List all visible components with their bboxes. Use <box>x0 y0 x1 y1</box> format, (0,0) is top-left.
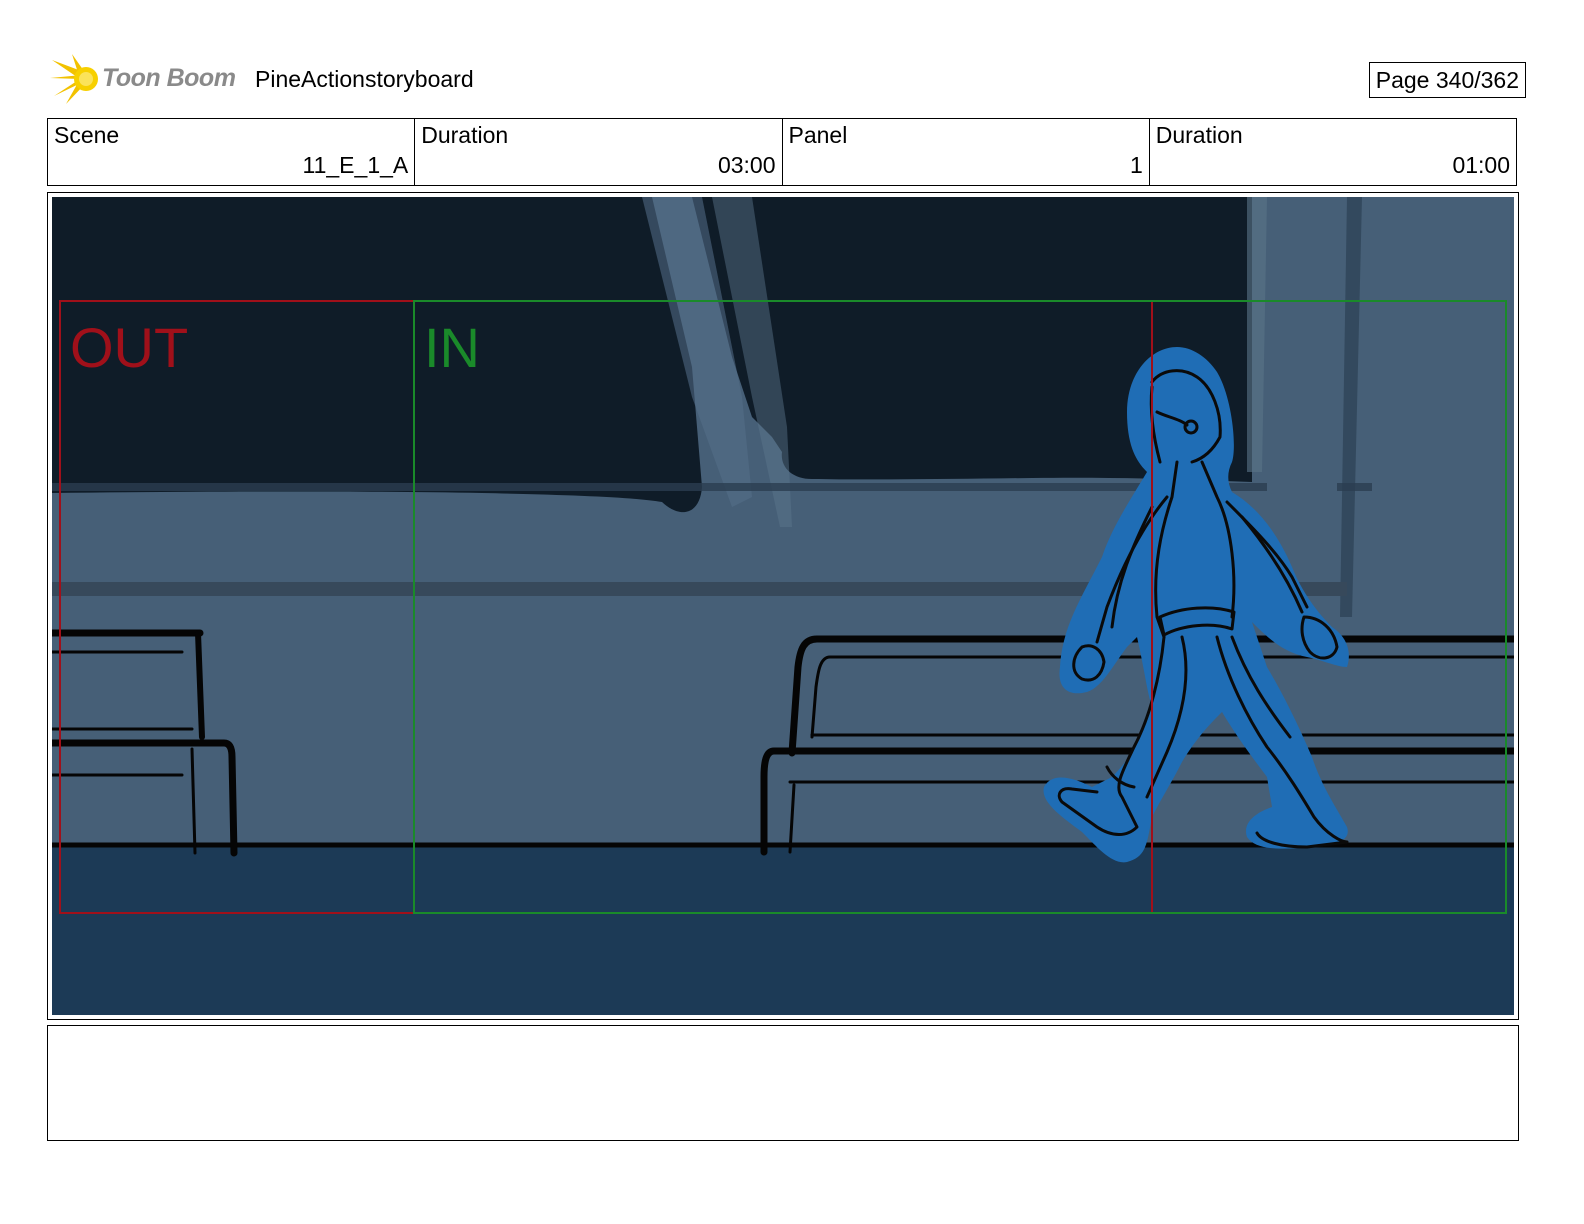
scene-label: Scene <box>54 122 120 148</box>
scene-value: 11_E_1_A <box>302 152 409 178</box>
panel-duration-label: Duration <box>1155 122 1243 148</box>
panel-artwork: OUT IN <box>52 197 1514 1015</box>
window-rail <box>1337 483 1372 491</box>
storyboard-panel: OUT IN <box>47 192 1519 1020</box>
scene-duration-value: 03:00 <box>717 152 776 178</box>
out-label: OUT <box>70 316 188 379</box>
panel-value: 1 <box>1129 152 1143 178</box>
panel-duration-cell: Duration 01:00 <box>1150 119 1516 185</box>
scene-duration-cell: Duration 03:00 <box>415 119 783 185</box>
storyboard-header: Toon Boom PineActionstoryboard Page 340/… <box>50 52 1538 106</box>
starburst-icon <box>50 54 98 104</box>
dark-window <box>52 197 1252 513</box>
panel-label: Panel <box>788 122 848 148</box>
scene-duration-label: Duration <box>421 122 509 148</box>
scene-info-table: Scene 11_E_1_A Duration 03:00 Panel 1 Du… <box>47 118 1517 186</box>
project-title: PineActionstoryboard <box>255 66 474 92</box>
panel-notes-box <box>47 1025 1519 1141</box>
in-label: IN <box>424 316 480 379</box>
scene-cell: Scene 11_E_1_A <box>48 119 416 185</box>
page-indicator: Page 340/362 <box>1368 62 1526 98</box>
panel-cell: Panel 1 <box>783 119 1150 185</box>
logo-text: Toon Boom <box>102 64 236 92</box>
toon-boom-logo: Toon Boom <box>50 52 240 106</box>
floor <box>52 845 1514 1015</box>
window-rail <box>52 483 1267 491</box>
panel-duration-value: 01:00 <box>1452 152 1510 178</box>
panel-drawing: OUT IN <box>52 197 1514 1015</box>
